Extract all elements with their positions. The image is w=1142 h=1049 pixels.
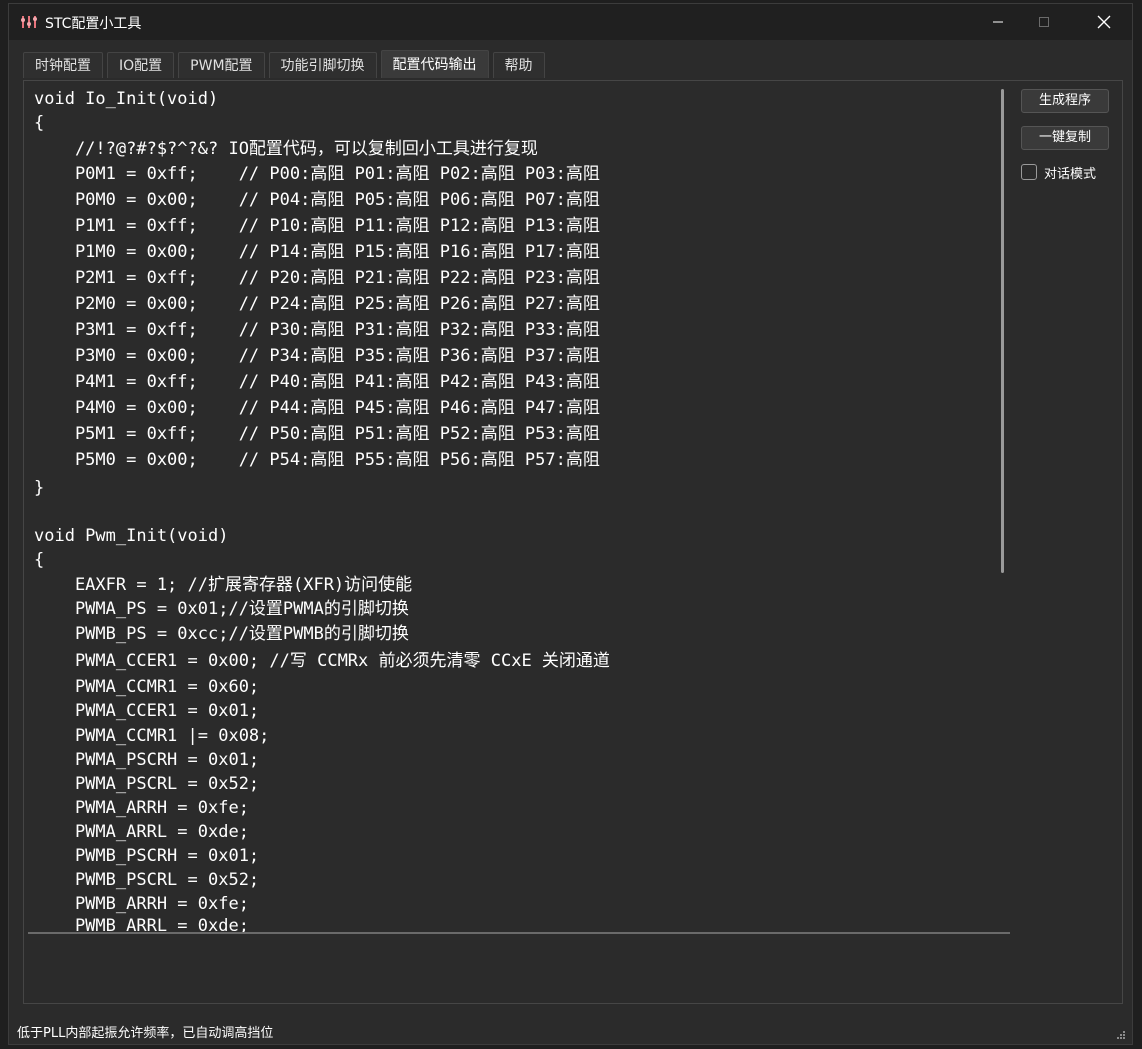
dialog-mode-checkbox[interactable] [1021, 164, 1037, 180]
tab-pwm-config[interactable]: PWM配置 [178, 52, 265, 78]
tab-bar: 时钟配置 IO配置 PWM配置 功能引脚切换 配置代码输出 帮助 [23, 50, 545, 80]
code-line: P1M0 = 0x00; // P14:高阻 P15:高阻 P16:高阻 P17… [34, 242, 600, 262]
code-line: PWMA_CCMR1 = 0x60; [34, 677, 260, 697]
code-line: PWMB_PS = 0xcc;//设置PWMB的引脚切换 [34, 624, 409, 644]
code-line: //!?@?#?$?^?&? IO配置代码，可以复制回小工具进行复现 [34, 139, 538, 159]
code-line: P0M0 = 0x00; // P04:高阻 P05:高阻 P06:高阻 P07… [34, 190, 600, 210]
dialog-mode-option[interactable]: 对话模式 [1021, 163, 1097, 182]
code-line: P2M1 = 0xff; // P20:高阻 P21:高阻 P22:高阻 P23… [34, 268, 600, 288]
code-line: P5M1 = 0xff; // P50:高阻 P51:高阻 P52:高阻 P53… [34, 424, 600, 444]
tab-pin-switch[interactable]: 功能引脚切换 [268, 52, 377, 78]
status-bar: 低于PLL内部起振允许频率，已自动调高挡位 [9, 1016, 1132, 1044]
code-line: P4M1 = 0xff; // P40:高阻 P41:高阻 P42:高阻 P43… [34, 372, 600, 392]
generate-button[interactable]: 生成程序 [1021, 89, 1109, 113]
code-line: PWMA_PSCRL = 0x52; [34, 774, 260, 794]
title-bar: STC配置小工具 [9, 4, 1132, 40]
code-line: P5M0 = 0x00; // P54:高阻 P55:高阻 P56:高阻 P57… [34, 450, 600, 470]
code-line: void Io_Init(void) [34, 89, 219, 109]
tab-code-output[interactable]: 配置代码输出 [380, 50, 489, 78]
minimize-icon [993, 21, 1003, 23]
close-icon [1097, 15, 1111, 29]
code-line: EAXFR = 1; //扩展寄存器(XFR)访问使能 [34, 575, 413, 595]
code-line: P4M0 = 0x00; // P44:高阻 P45:高阻 P46:高阻 P47… [34, 398, 600, 418]
minimize-button[interactable] [975, 4, 1021, 40]
code-line: PWMA_CCER1 = 0x00; //写 CCMRx 前必须先清零 CCxE… [34, 651, 610, 671]
code-line: PWMA_CCER1 = 0x01; [34, 701, 260, 721]
code-line: PWMB_ARRH = 0xfe; [34, 894, 249, 914]
code-line: void Pwm_Init(void) [34, 526, 229, 546]
dialog-mode-label: 对话模式 [1044, 166, 1097, 182]
code-scrollbar[interactable] [1001, 89, 1004, 573]
maximize-button[interactable] [1021, 4, 1067, 40]
app-window: STC配置小工具 时钟配置 IO配置 PWM配置 功能引脚切换 配置代码输出 帮… [8, 3, 1133, 1045]
status-message: 低于PLL内部起振允许频率，已自动调高挡位 [17, 1026, 274, 1041]
close-button[interactable] [1081, 4, 1127, 40]
code-line: P3M1 = 0xff; // P30:高阻 P31:高阻 P32:高阻 P33… [34, 320, 600, 340]
code-output-textarea[interactable]: void Io_Init(void) { //!?@?#?$?^?&? IO配置代… [28, 87, 1010, 934]
maximize-icon [1039, 17, 1049, 27]
tab-help[interactable]: 帮助 [492, 52, 545, 78]
code-line: PWMB_PSCRL = 0x52; [34, 870, 260, 890]
tab-io-config[interactable]: IO配置 [107, 52, 175, 78]
code-line: PWMA_PSCRH = 0x01; [34, 750, 260, 770]
window-title: STC配置小工具 [45, 16, 142, 32]
code-line: PWMB_ARRL = 0xde; [34, 916, 249, 934]
code-line: P1M1 = 0xff; // P10:高阻 P11:高阻 P12:高阻 P13… [34, 216, 600, 236]
code-line: P0M1 = 0xff; // P00:高阻 P01:高阻 P02:高阻 P03… [34, 164, 600, 184]
code-line: PWMA_ARRL = 0xde; [34, 822, 249, 842]
code-line: P3M0 = 0x00; // P34:高阻 P35:高阻 P36:高阻 P37… [34, 346, 600, 366]
resize-grip-icon[interactable] [1116, 1030, 1126, 1040]
tab-clock-config[interactable]: 时钟配置 [23, 52, 103, 78]
code-line: } [34, 478, 45, 498]
code-line: PWMB_PSCRH = 0x01; [34, 846, 260, 866]
code-line: PWMA_CCMR1 |= 0x08; [34, 726, 270, 746]
code-line: PWMA_PS = 0x01;//设置PWMA的引脚切换 [34, 599, 409, 619]
code-line: { [34, 113, 45, 133]
code-output-panel: void Io_Init(void) { //!?@?#?$?^?&? IO配置代… [23, 80, 1123, 1004]
tool-icon [21, 16, 37, 28]
copy-all-button[interactable]: 一键复制 [1021, 126, 1109, 150]
code-line: { [34, 550, 45, 570]
code-line: P2M0 = 0x00; // P24:高阻 P25:高阻 P26:高阻 P27… [34, 294, 600, 314]
code-line: PWMA_ARRH = 0xfe; [34, 798, 249, 818]
